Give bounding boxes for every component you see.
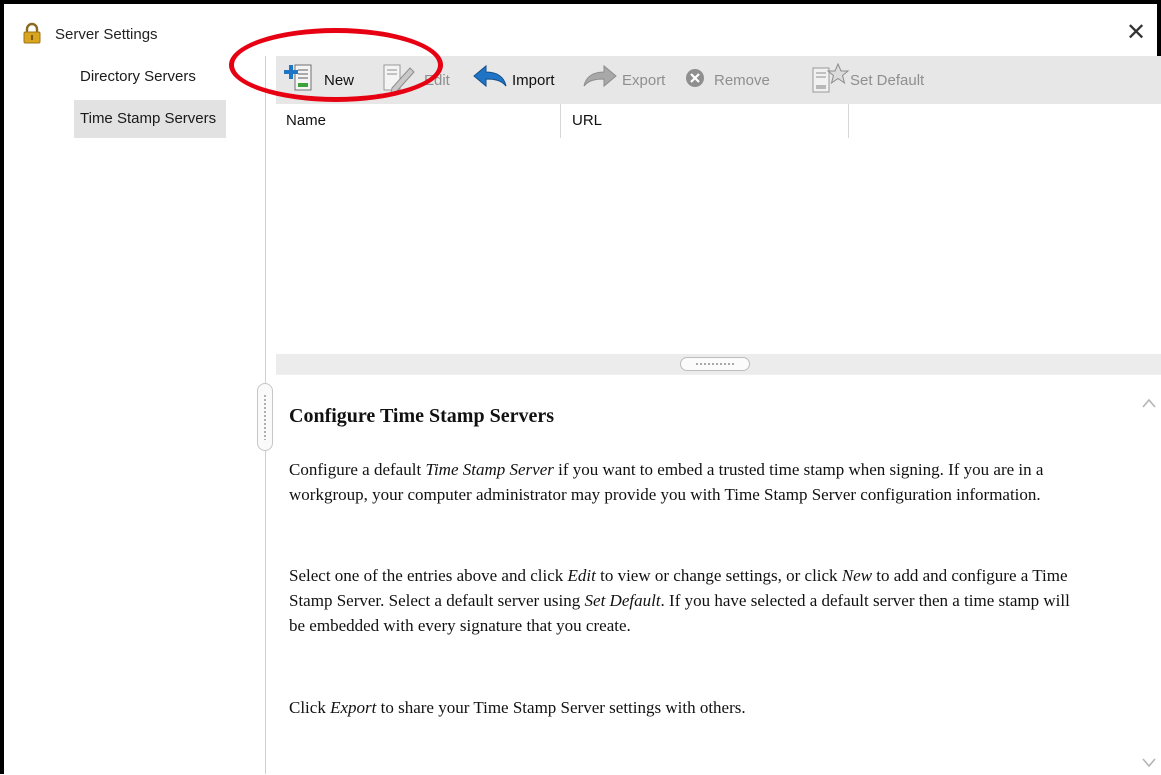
remove-icon	[684, 67, 706, 94]
import-button-label: Import	[512, 71, 555, 89]
server-list[interactable]: Name URL	[276, 104, 1161, 354]
import-arrow-icon	[472, 64, 508, 97]
export-button-label: Export	[622, 71, 666, 89]
sidebar-item-label: Time Stamp Servers	[80, 110, 217, 127]
scroll-up-icon[interactable]	[1141, 393, 1157, 414]
set-default-button[interactable]: Set Default	[810, 62, 925, 99]
vertical-splitter-handle[interactable]	[257, 383, 273, 451]
remove-button-label: Remove	[714, 71, 770, 89]
title-bar: Server Settings ✕	[4, 4, 1157, 56]
scroll-down-icon[interactable]	[1141, 753, 1157, 774]
help-title: Configure Time Stamp Servers	[289, 405, 554, 427]
help-panel: Configure Time Stamp Servers Configure a…	[276, 374, 1161, 775]
edit-icon	[380, 62, 422, 99]
help-paragraph-1: Configure a default Time Stamp Server if…	[289, 460, 1044, 504]
sidebar-item-directory-servers[interactable]: Directory Servers	[74, 58, 226, 96]
column-header-name[interactable]: Name	[286, 112, 326, 129]
column-header-url[interactable]: URL	[572, 112, 602, 129]
column-divider	[560, 104, 561, 138]
sidebar-item-time-stamp-servers[interactable]: Time Stamp Servers	[74, 100, 226, 138]
lock-icon	[21, 22, 43, 44]
sidebar: Directory Servers Time Stamp Servers	[4, 56, 265, 774]
export-arrow-icon	[582, 64, 618, 97]
horizontal-splitter-handle[interactable]	[680, 357, 750, 371]
edit-button[interactable]: Edit	[380, 64, 450, 96]
edit-button-label: Edit	[424, 71, 450, 89]
set-default-button-label: Set Default	[850, 71, 925, 89]
new-server-icon	[284, 62, 318, 99]
toolbar: New Edit Import Export Remove Set Defaul…	[276, 56, 1161, 104]
close-icon[interactable]: ✕	[1121, 18, 1151, 48]
sidebar-item-label: Directory Servers	[80, 68, 196, 85]
horizontal-splitter	[276, 354, 1161, 374]
help-paragraph-2: Select one of the entries above and clic…	[289, 566, 1070, 635]
set-default-icon	[810, 62, 850, 99]
import-button[interactable]: Import	[472, 64, 555, 96]
help-scrollbar[interactable]	[1139, 375, 1161, 775]
new-button[interactable]: New	[284, 64, 354, 96]
column-divider	[848, 104, 849, 138]
export-button[interactable]: Export	[582, 64, 665, 96]
remove-button[interactable]: Remove	[684, 64, 770, 96]
help-paragraph-3: Click Export to share your Time Stamp Se…	[289, 698, 746, 717]
window-title: Server Settings	[55, 26, 158, 43]
new-button-label: New	[324, 71, 355, 89]
main-panel: New Edit Import Export Remove Set Defaul…	[276, 56, 1161, 775]
